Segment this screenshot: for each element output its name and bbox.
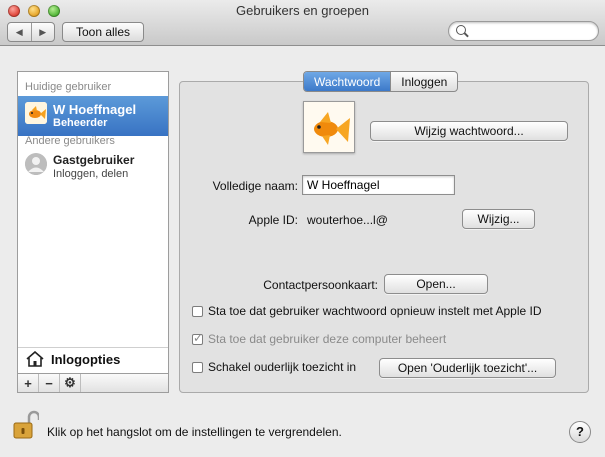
window-title: Gebruikers en groepen [236,3,369,18]
guest-user-role: Inloggen, delen [53,168,129,180]
apple-id-value: wouterhoe...l@ [307,213,388,227]
full-name-field[interactable] [302,175,455,195]
full-name-label: Volledige naam: [212,179,298,193]
contact-card-open-button[interactable]: Open... [384,274,488,294]
gear-icon[interactable]: ⚙ [60,374,81,392]
user-list: Huidige gebruiker W Hoeffnagel Beheerder… [17,71,169,393]
apple-id-label: Apple ID: [248,213,298,227]
search-field[interactable] [448,21,599,41]
unlocked-padlock-icon[interactable] [13,410,39,440]
current-user-name: W Hoeffnagel [53,102,137,117]
window: Gebruikers en groepen ◀ ▶ Toon alles Hui… [0,0,605,457]
allow-reset-row[interactable]: Sta toe dat gebruiker wachtwoord opnieuw… [192,303,542,319]
search-input[interactable] [471,23,593,39]
add-user-button[interactable]: + [18,374,39,392]
help-button[interactable]: ? [569,421,591,443]
house-icon [26,351,44,367]
lock-instruction-text: Klik op het hangslot om de instellingen … [47,425,342,439]
user-list-actions: + − ⚙ [18,373,168,392]
allow-reset-label: Sta toe dat gebruiker wachtwoord opnieuw… [208,304,542,318]
parental-checkbox[interactable] [192,361,203,373]
tab-login[interactable]: Inloggen [390,72,457,91]
open-parental-controls-button[interactable]: Open 'Ouderlijk toezicht'... [379,358,556,378]
allow-admin-checkbox [192,331,203,345]
user-row-guest[interactable]: Gastgebruiker Inloggen, delen [18,147,168,187]
show-all-button[interactable]: Toon alles [62,22,144,42]
tab-password[interactable]: Wachtwoord [304,72,391,91]
back-forward-control: ◀ ▶ [7,22,55,42]
parental-label: Schakel ouderlijk toezicht in [208,360,357,374]
parental-row[interactable]: Schakel ouderlijk toezicht in [192,359,356,375]
apple-id-change-button[interactable]: Wijzig... [462,209,535,229]
back-icon[interactable]: ◀ [8,23,31,41]
guest-avatar-icon [25,153,47,175]
allow-admin-row: Sta toe dat gebruiker deze computer behe… [192,331,446,347]
allow-admin-label: Sta toe dat gebruiker deze computer behe… [208,332,447,346]
full-name-input[interactable] [303,176,454,194]
allow-reset-checkbox[interactable] [192,305,203,317]
current-user-header: Huidige gebruiker [25,81,112,93]
other-users-header: Andere gebruikers [25,135,115,147]
change-password-button[interactable]: Wijzig wachtwoord... [370,121,568,141]
current-user-role: Beheerder [53,117,108,129]
toolbar: Gebruikers en groepen ◀ ▶ Toon alles [0,0,605,46]
login-options-item[interactable]: Inlogopties [18,347,168,370]
search-icon [456,25,466,35]
user-photo[interactable] [303,101,355,153]
contact-card-label: Contactpersoonkaart: [263,278,378,292]
forward-icon[interactable]: ▶ [30,23,55,41]
goldfish-photo-icon [304,102,354,152]
remove-user-button[interactable]: − [39,374,60,392]
login-options-label: Inlogopties [51,352,121,367]
user-row-w-hoeffnagel[interactable]: W Hoeffnagel Beheerder [18,96,168,136]
tab-bar: Wachtwoord Inloggen [303,71,459,92]
goldfish-avatar-icon [25,102,47,124]
guest-user-name: Gastgebruiker [53,153,135,167]
